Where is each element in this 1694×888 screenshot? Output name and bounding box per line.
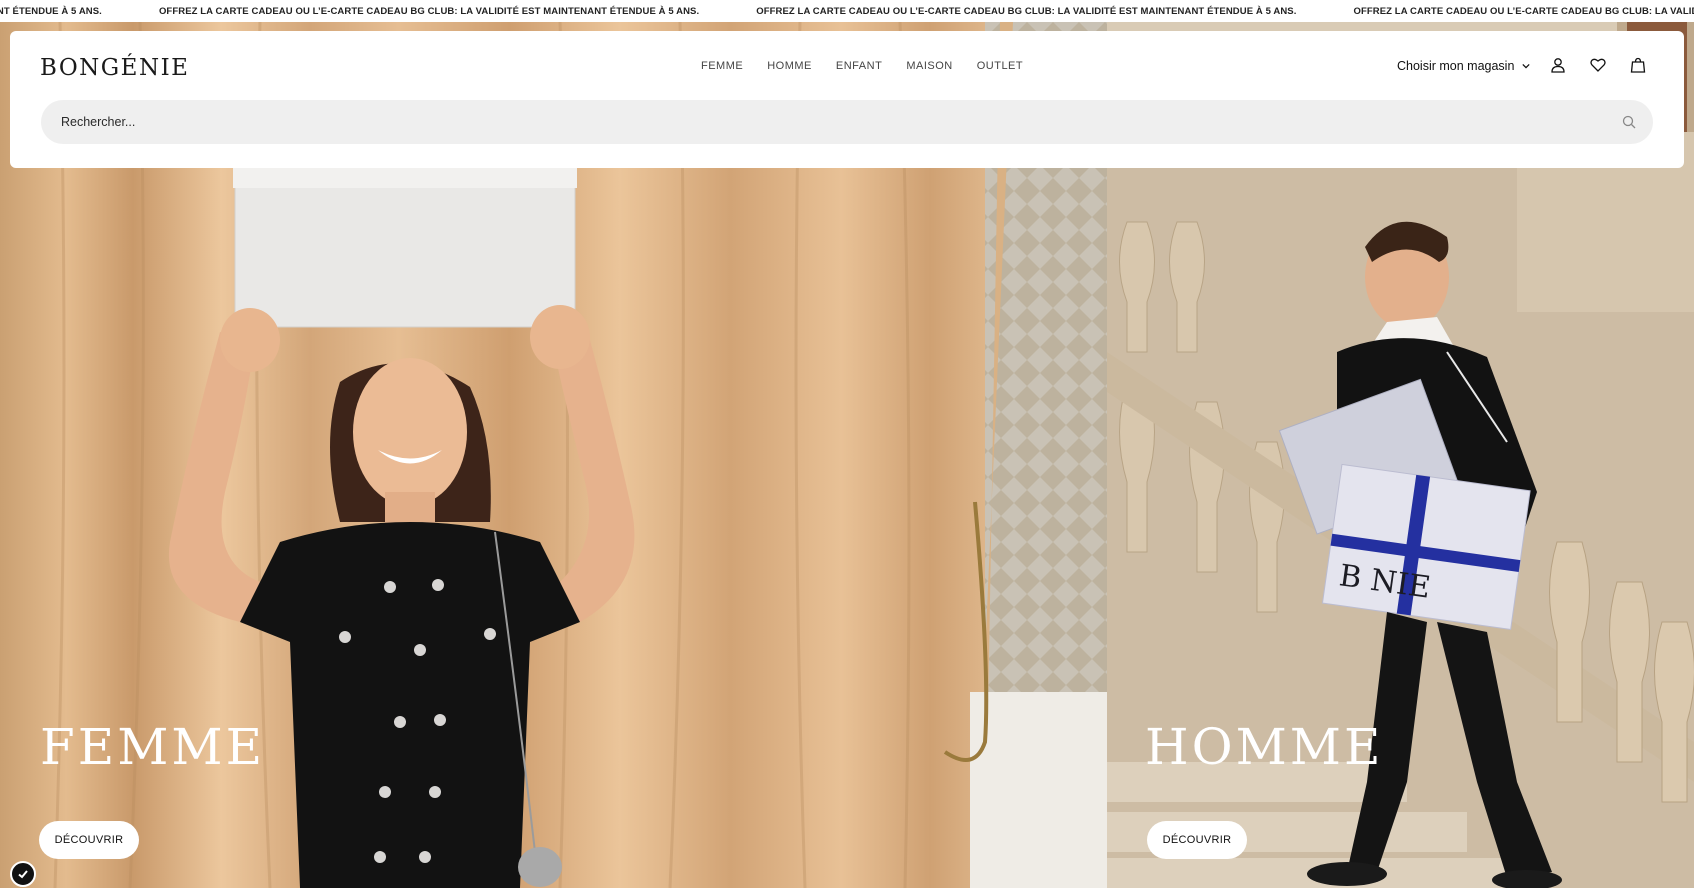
announcement-track: AINTENANT ÉTENDUE À 5 ANS. OFFREZ LA CAR… — [0, 0, 1694, 22]
chevron-down-icon — [1522, 63, 1531, 69]
main-nav: FEMME HOMME ENFANT MAISON OUTLET — [701, 60, 1047, 72]
search-input[interactable] — [41, 100, 1653, 144]
hero-title-femme: FEMME — [40, 718, 266, 776]
discover-button-femme[interactable]: DÉCOUVRIR — [39, 821, 139, 859]
search-bar — [41, 100, 1653, 144]
nav-item-maison[interactable]: MAISON — [906, 60, 952, 72]
nav-item-homme[interactable]: HOMME — [767, 60, 812, 72]
hero-title-homme: HOMME — [1145, 718, 1384, 776]
store-selector-label: Choisir mon magasin — [1397, 59, 1515, 73]
announcement-text: OFFREZ LA CARTE CADEAU OU L’E-CARTE CADE… — [1353, 5, 1694, 17]
privacy-shield-icon[interactable] — [10, 861, 36, 887]
announcement-text: OFFREZ LA CARTE CADEAU OU L’E-CARTE CADE… — [756, 5, 1297, 17]
announcement-bar: AINTENANT ÉTENDUE À 5 ANS. OFFREZ LA CAR… — [0, 0, 1694, 22]
nav-item-femme[interactable]: FEMME — [701, 60, 743, 72]
discover-button-homme[interactable]: DÉCOUVRIR — [1147, 821, 1247, 859]
account-icon[interactable] — [1548, 55, 1568, 75]
store-selector[interactable]: Choisir mon magasin — [1397, 59, 1531, 73]
heart-icon[interactable] — [1588, 55, 1608, 75]
shopping-bag-icon[interactable] — [1628, 55, 1648, 75]
site-header: BONGÉNIE FEMME HOMME ENFANT MAISON OUTLE… — [10, 31, 1684, 168]
announcement-text: AINTENANT ÉTENDUE À 5 ANS. — [0, 5, 102, 17]
bongenie-logo[interactable]: BONGÉNIE — [40, 55, 189, 81]
nav-item-outlet[interactable]: OUTLET — [977, 60, 1023, 72]
search-icon[interactable] — [1621, 114, 1637, 130]
announcement-text: OFFREZ LA CARTE CADEAU OU L’E-CARTE CADE… — [158, 5, 700, 17]
nav-item-enfant[interactable]: ENFANT — [836, 60, 882, 72]
